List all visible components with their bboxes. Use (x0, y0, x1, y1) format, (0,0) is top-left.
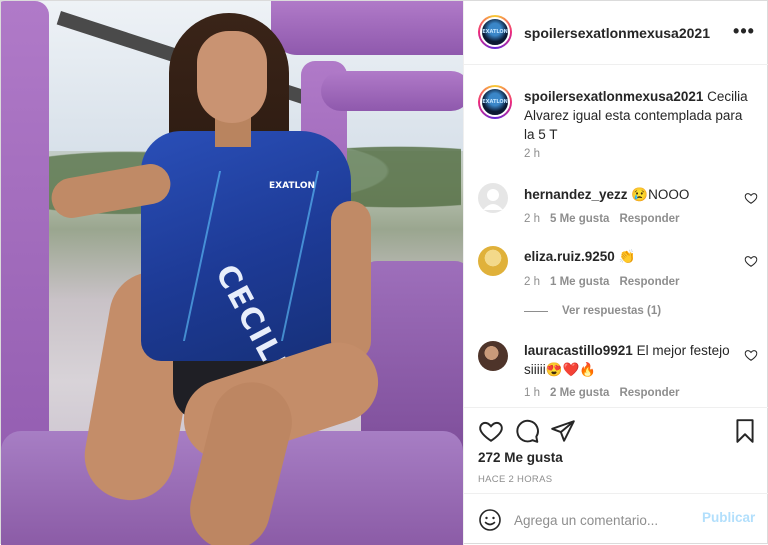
comment-text: hernandez_yezz 😢NOOO (524, 185, 734, 204)
comment-meta: 2 h 1 Me gusta Responder (524, 276, 680, 288)
bookmark-icon[interactable] (732, 418, 758, 444)
jersey-logo: EXATLON (269, 181, 316, 191)
comment-input[interactable] (514, 508, 694, 532)
caption-text: spoilersexatlonmexusa2021 Cecilia Alvare… (524, 87, 756, 144)
heart-icon[interactable] (478, 418, 504, 444)
comment-avatar[interactable] (478, 246, 508, 276)
reply-button[interactable]: Responder (619, 387, 679, 399)
default-avatar-icon (483, 189, 503, 210)
caption-time[interactable]: 2 h (524, 148, 540, 160)
comment-text: lauracastillo9921 El mejor festejo siiii… (524, 341, 734, 379)
comments-list: EXATLON spoilersexatlonmexusa2021 Cecili… (464, 65, 768, 407)
comment-body: 👏 (614, 249, 636, 264)
comment-meta: 2 h 5 Me gusta Responder (524, 213, 680, 225)
comment-likes[interactable]: 5 Me gusta (550, 213, 609, 225)
comment-meta: 1 h 2 Me gusta Responder (524, 387, 680, 399)
post-actions: 272 Me gusta HACE 2 HORAS (464, 407, 768, 493)
reply-button[interactable]: Responder (619, 213, 679, 225)
more-options-icon[interactable]: ••• (732, 21, 756, 45)
view-replies-button[interactable]: Ver respuestas (1) (524, 305, 661, 317)
share-icon[interactable] (550, 418, 576, 444)
comment-username[interactable]: hernandez_yezz (524, 187, 628, 202)
emoji-icon[interactable] (478, 508, 502, 532)
comment-like-heart-icon[interactable] (744, 191, 758, 205)
comment-like-heart-icon[interactable] (744, 254, 758, 268)
view-replies-label: Ver respuestas (1) (562, 305, 662, 317)
likes-count[interactable]: 272 Me gusta (478, 450, 563, 465)
comment-avatar[interactable] (478, 341, 508, 371)
comment-time[interactable]: 1 h (524, 387, 540, 399)
comment-username[interactable]: lauracastillo9921 (524, 343, 633, 358)
comment-time[interactable]: 2 h (524, 213, 540, 225)
replies-divider (524, 310, 548, 312)
comment-likes[interactable]: 1 Me gusta (550, 276, 609, 288)
comment-avatar[interactable] (478, 183, 508, 213)
comment-username[interactable]: eliza.ruiz.9250 (524, 249, 615, 264)
post-header: EXATLON spoilersexatlonmexusa2021 ••• (464, 1, 768, 65)
photo-structure (321, 71, 463, 111)
comment-body: 😢NOOO (627, 187, 690, 202)
post-time-ago[interactable]: HACE 2 HORAS (478, 474, 552, 485)
add-comment-bar: Publicar (464, 493, 768, 545)
author-avatar[interactable]: EXATLON (478, 15, 512, 49)
post-photo[interactable]: EXATLON CECILIA (1, 1, 463, 545)
reply-button[interactable]: Responder (619, 276, 679, 288)
comment-text: eliza.ruiz.9250 👏 (524, 247, 734, 266)
comment-like-heart-icon[interactable] (744, 348, 758, 362)
comment-time[interactable]: 2 h (524, 276, 540, 288)
photo-structure (271, 1, 463, 55)
caption-username[interactable]: spoilersexatlonmexusa2021 (524, 89, 703, 104)
comment-icon[interactable] (514, 418, 540, 444)
avatar-logo-text: EXATLON (482, 99, 508, 105)
person-face (197, 31, 267, 123)
avatar-logo-text: EXATLON (482, 29, 508, 35)
caption-avatar[interactable]: EXATLON (478, 85, 512, 119)
instagram-post: EXATLON CECILIA EXATLON spoilersexatlonm… (0, 0, 768, 545)
post-sidebar: EXATLON spoilersexatlonmexusa2021 ••• EX… (463, 1, 768, 545)
person-arm (331, 201, 371, 361)
author-username[interactable]: spoilersexatlonmexusa2021 (524, 25, 710, 41)
comment-likes[interactable]: 2 Me gusta (550, 387, 609, 399)
post-comment-button[interactable]: Publicar (702, 510, 755, 525)
